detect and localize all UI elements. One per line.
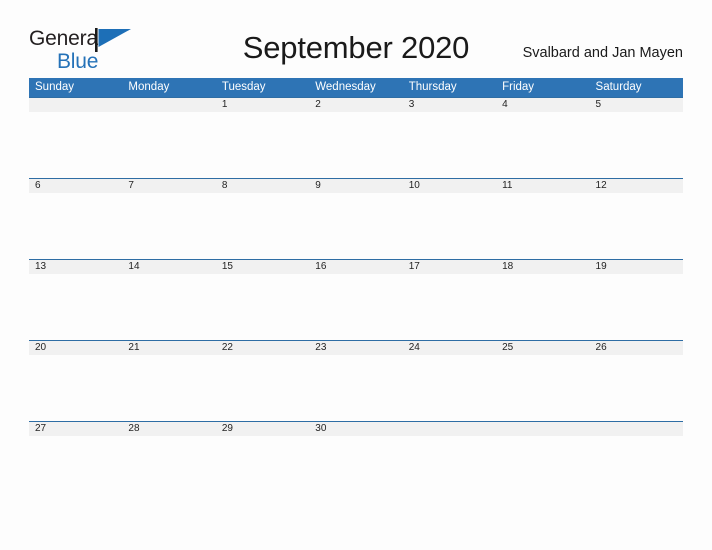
week-day-number-strip: 27 28 29 30 [29, 422, 683, 436]
weekday-friday: Friday [502, 81, 535, 93]
day-cell[interactable]: 12 [590, 179, 683, 193]
weekday-saturday: Saturday [595, 81, 642, 93]
day-cell[interactable]: 15 [216, 260, 309, 274]
week-day-number-strip: 20 21 22 23 24 25 26 [29, 341, 683, 355]
calendar-week-row: 20 21 22 23 24 25 26 [29, 340, 683, 421]
day-cell[interactable]: 26 [590, 341, 683, 355]
day-cell[interactable]: 25 [496, 341, 589, 355]
day-cell[interactable] [403, 422, 496, 436]
weekday-monday: Monday [128, 81, 170, 93]
day-cell[interactable]: 24 [403, 341, 496, 355]
week-note-area[interactable] [29, 355, 683, 421]
week-note-area[interactable] [29, 193, 683, 259]
week-note-area[interactable] [29, 436, 683, 502]
day-cell[interactable]: 5 [590, 98, 683, 112]
week-day-number-strip: 13 14 15 16 17 18 19 [29, 260, 683, 274]
day-cell[interactable] [122, 98, 215, 112]
day-cell[interactable]: 28 [122, 422, 215, 436]
week-note-area[interactable] [29, 274, 683, 340]
calendar-grid: Sunday Monday Tuesday Wednesday Thursday… [29, 78, 683, 502]
day-cell[interactable]: 21 [122, 341, 215, 355]
week-note-area[interactable] [29, 112, 683, 178]
day-cell[interactable]: 29 [216, 422, 309, 436]
day-cell[interactable]: 22 [216, 341, 309, 355]
day-cell[interactable] [496, 422, 589, 436]
day-cell[interactable]: 27 [29, 422, 122, 436]
day-cell[interactable] [590, 422, 683, 436]
weekday-tuesday: Tuesday [221, 81, 266, 93]
day-cell[interactable]: 19 [590, 260, 683, 274]
day-cell[interactable]: 6 [29, 179, 122, 193]
weekday-thursday: Thursday [408, 81, 457, 93]
page-header: General Blue September 2020 Svalbard and… [0, 0, 712, 76]
day-cell[interactable]: 23 [309, 341, 402, 355]
day-cell[interactable]: 18 [496, 260, 589, 274]
day-cell[interactable]: 1 [216, 98, 309, 112]
day-cell[interactable]: 17 [403, 260, 496, 274]
day-cell[interactable] [29, 98, 122, 112]
day-cell[interactable]: 14 [122, 260, 215, 274]
calendar-week-row: 13 14 15 16 17 18 19 [29, 259, 683, 340]
weekday-header-row: Sunday Monday Tuesday Wednesday Thursday… [29, 78, 683, 97]
calendar-week-row: 1 2 3 4 5 [29, 97, 683, 178]
location-label: Svalbard and Jan Mayen [522, 45, 683, 61]
day-cell[interactable]: 2 [309, 98, 402, 112]
day-cell[interactable]: 3 [403, 98, 496, 112]
day-cell[interactable]: 4 [496, 98, 589, 112]
day-cell[interactable]: 16 [309, 260, 402, 274]
day-cell[interactable]: 7 [122, 179, 215, 193]
calendar-week-row: 6 7 8 9 10 11 12 [29, 178, 683, 259]
calendar-week-row: 27 28 29 30 [29, 421, 683, 502]
weekday-wednesday: Wednesday [315, 81, 376, 93]
day-cell[interactable]: 8 [216, 179, 309, 193]
weekday-sunday: Sunday [35, 81, 75, 93]
day-cell[interactable]: 11 [496, 179, 589, 193]
week-day-number-strip: 1 2 3 4 5 [29, 98, 683, 112]
day-cell[interactable]: 9 [309, 179, 402, 193]
week-day-number-strip: 6 7 8 9 10 11 12 [29, 179, 683, 193]
day-cell[interactable]: 10 [403, 179, 496, 193]
day-cell[interactable]: 30 [309, 422, 402, 436]
day-cell[interactable]: 13 [29, 260, 122, 274]
day-cell[interactable]: 20 [29, 341, 122, 355]
